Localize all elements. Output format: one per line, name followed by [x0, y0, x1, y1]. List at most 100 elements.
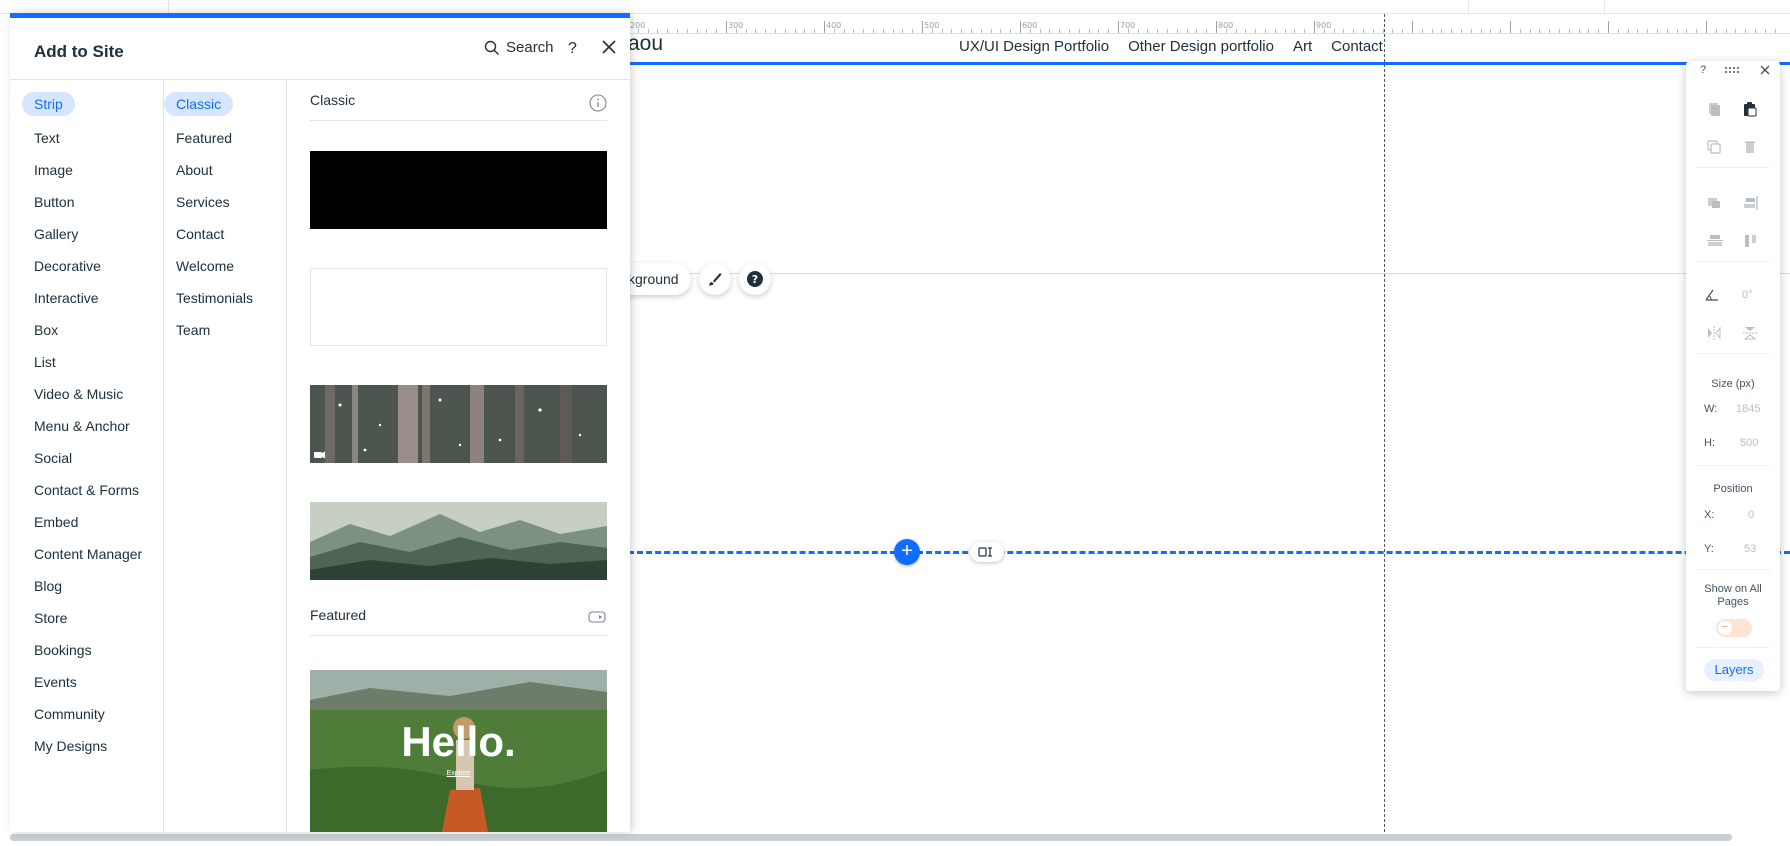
ruler-label: 400	[826, 21, 842, 30]
top-bar-slot[interactable]	[1604, 0, 1714, 14]
horizontal-scrollbar[interactable]	[10, 834, 1732, 841]
strip-preset-forest-video[interactable]	[310, 385, 607, 463]
ruler-tick	[814, 29, 816, 33]
duplicate-icon[interactable]	[1706, 139, 1722, 155]
subcategory-item-testimonials[interactable]: Testimonials	[176, 290, 253, 306]
ruler-tick	[1568, 29, 1570, 33]
subcategory-item-about[interactable]: About	[176, 162, 213, 178]
strip-help-button[interactable]: ?	[738, 263, 771, 295]
ruler-tick	[1657, 29, 1658, 33]
strip-bottom-boundary[interactable]	[628, 551, 1790, 554]
site-nav-item[interactable]: Art	[1293, 38, 1312, 55]
close-icon[interactable]	[1760, 65, 1770, 75]
subcategory-item-featured[interactable]: Featured	[176, 130, 232, 146]
site-logo-text[interactable]: aou	[628, 32, 663, 56]
panel-title: Add to Site	[34, 42, 124, 61]
design-button[interactable]	[698, 263, 731, 295]
category-item-community[interactable]: Community	[34, 706, 105, 722]
strip-preset-black[interactable]	[310, 151, 607, 229]
video-preview-icon[interactable]	[587, 609, 607, 625]
paste-icon[interactable]	[1742, 101, 1758, 117]
layers-button[interactable]: Layers	[1704, 659, 1764, 681]
strip-preset-hello[interactable]: Hello. Explore	[310, 670, 607, 832]
props-divider	[1696, 167, 1770, 168]
category-item-decorative[interactable]: Decorative	[34, 258, 101, 274]
site-navigation-menu[interactable]: UX/UI Design Portfolio Other Design port…	[959, 38, 1383, 55]
category-item-bookings[interactable]: Bookings	[34, 642, 92, 658]
help-icon: ?	[746, 271, 763, 287]
horizontal-guide-line	[628, 273, 1790, 274]
ruler-tick	[1421, 29, 1423, 33]
distribute-icon[interactable]	[1742, 233, 1760, 249]
arrange-forward-icon[interactable]	[1706, 195, 1724, 211]
props-help-button[interactable]: ?	[1700, 64, 1706, 76]
height-value[interactable]: 500	[1740, 437, 1758, 449]
align-right-icon[interactable]	[1742, 195, 1760, 211]
y-value[interactable]: 53	[1744, 543, 1756, 555]
flip-horizontal-icon[interactable]	[1706, 325, 1722, 341]
info-icon[interactable]	[589, 94, 607, 112]
height-label: H:	[1704, 437, 1715, 449]
hello-headline: Hello.	[401, 718, 516, 765]
subcategory-item-services[interactable]: Services	[176, 194, 230, 210]
ruler-tick	[1412, 21, 1413, 33]
category-item-interactive[interactable]: Interactive	[34, 290, 99, 306]
ruler-tick	[843, 29, 845, 33]
strip-resize-handle[interactable]	[970, 542, 1004, 562]
rotation-value[interactable]: 0°	[1742, 289, 1753, 301]
ruler-tick	[1510, 21, 1511, 33]
width-value[interactable]: 1845	[1736, 403, 1760, 415]
category-item-text[interactable]: Text	[34, 130, 60, 146]
add-section-button[interactable]: +	[894, 539, 920, 565]
category-item-my-designs[interactable]: My Designs	[34, 738, 107, 754]
copy-icon[interactable]	[1706, 101, 1722, 117]
panel-close-button[interactable]	[600, 38, 618, 56]
top-bar-slot[interactable]	[1468, 0, 1558, 14]
category-item-gallery[interactable]: Gallery	[34, 226, 78, 242]
ruler-tick	[1637, 29, 1639, 33]
section-title: Classic	[310, 92, 356, 108]
category-item-events[interactable]: Events	[34, 674, 77, 690]
category-item-box[interactable]: Box	[34, 322, 58, 338]
subcategory-item-contact[interactable]: Contact	[176, 226, 224, 242]
category-item-content-manager[interactable]: Content Manager	[34, 546, 142, 562]
strip-preset-mountains[interactable]	[310, 502, 607, 580]
category-item-video-music[interactable]: Video & Music	[34, 386, 123, 402]
category-item-strip[interactable]: Strip	[22, 92, 75, 116]
site-nav-item[interactable]: UX/UI Design Portfolio	[959, 38, 1109, 55]
category-item-button[interactable]: Button	[34, 194, 74, 210]
ruler-tick	[1186, 29, 1188, 33]
ruler-tick	[1402, 29, 1404, 33]
subcategory-item-team[interactable]: Team	[176, 322, 210, 338]
ruler-label: 200	[630, 21, 646, 30]
strip-preset-white[interactable]	[310, 268, 607, 346]
category-item-contact-forms[interactable]: Contact & Forms	[34, 482, 139, 498]
ruler-tick	[1598, 29, 1600, 33]
rotate-icon[interactable]	[1704, 287, 1720, 303]
subcategory-item-classic[interactable]: Classic	[164, 92, 234, 116]
category-item-image[interactable]: Image	[34, 162, 73, 178]
site-nav-item[interactable]: Other Design portfolio	[1128, 38, 1274, 55]
x-value[interactable]: 0	[1748, 509, 1754, 521]
category-item-list[interactable]: List	[34, 354, 56, 370]
category-item-menu-anchor[interactable]: Menu & Anchor	[34, 418, 130, 434]
header-boundary-line	[628, 62, 1790, 65]
category-item-store[interactable]: Store	[34, 610, 67, 626]
site-nav-item[interactable]: Contact	[1331, 38, 1383, 55]
category-item-social[interactable]: Social	[34, 450, 72, 466]
top-bar-slot[interactable]	[168, 0, 228, 14]
align-center-icon[interactable]	[1706, 233, 1724, 249]
show-on-all-pages-toggle[interactable]: −	[1716, 619, 1752, 637]
panel-help-button[interactable]: ?	[568, 40, 577, 58]
ruler-tick	[1461, 29, 1462, 33]
vertical-guide-line[interactable]	[1384, 14, 1385, 832]
category-item-blog[interactable]: Blog	[34, 578, 62, 594]
panel-search-button[interactable]: Search	[484, 39, 554, 56]
subcategory-item-welcome[interactable]: Welcome	[176, 258, 234, 274]
strip-preview-list: Classic Featured Hello. Explore	[287, 80, 630, 832]
drag-handle-icon[interactable]	[1724, 66, 1740, 74]
category-item-embed[interactable]: Embed	[34, 514, 78, 530]
ruler-tick	[1333, 29, 1335, 33]
delete-icon[interactable]	[1742, 139, 1758, 155]
flip-vertical-icon[interactable]	[1742, 325, 1758, 341]
